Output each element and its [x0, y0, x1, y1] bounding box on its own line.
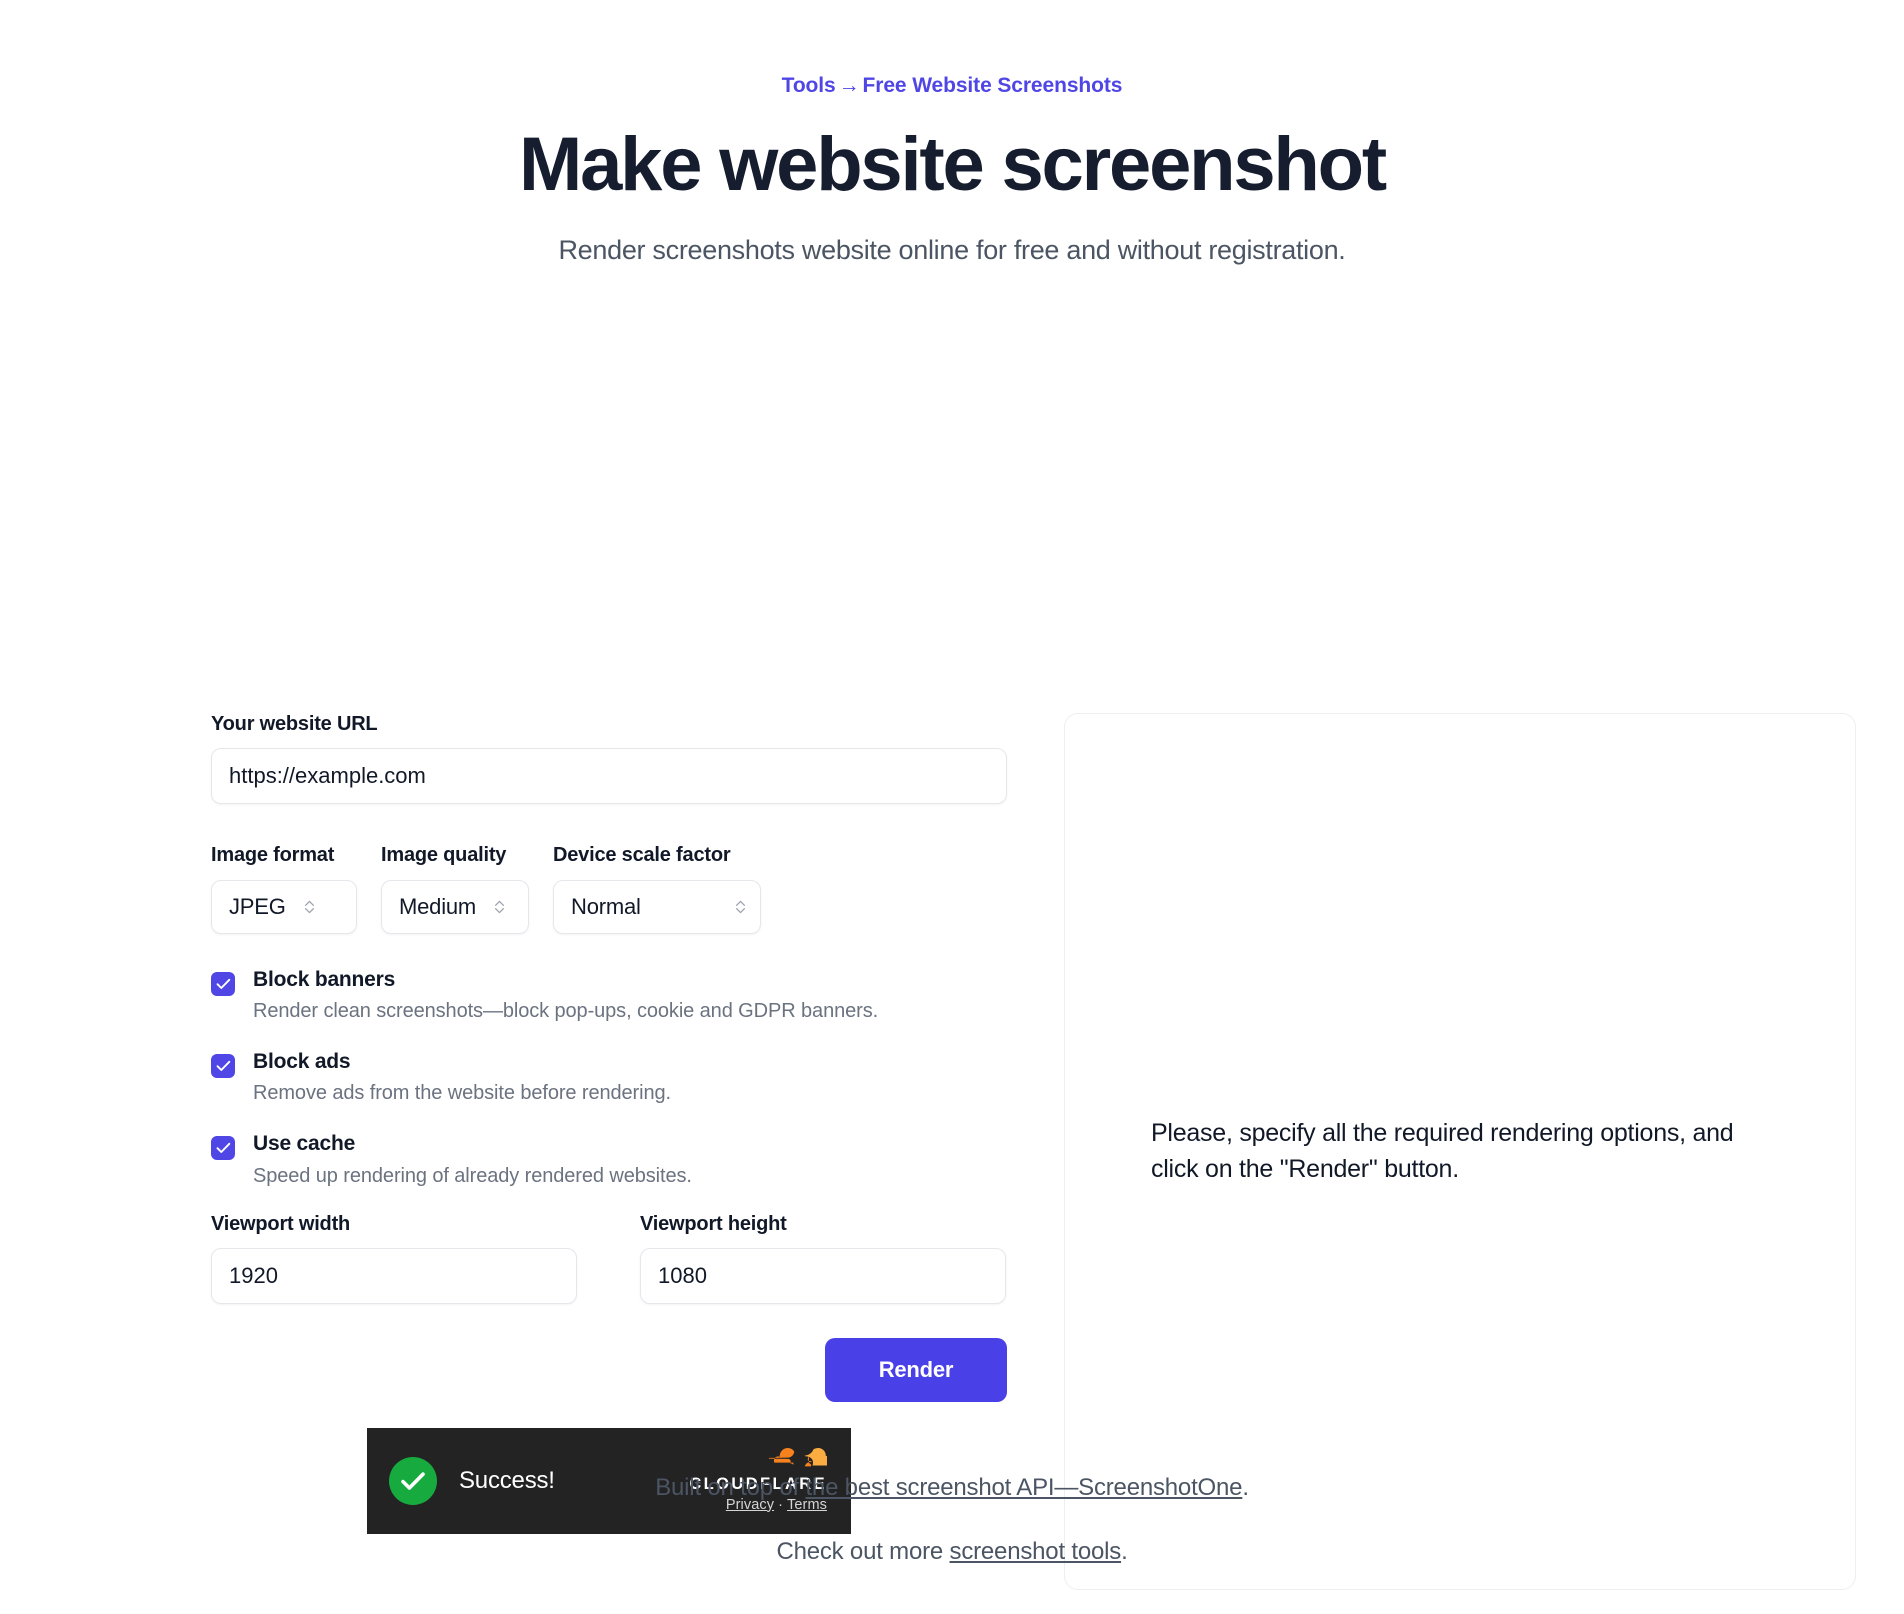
image-format-group: Image format JPEG — [211, 844, 357, 935]
image-quality-select[interactable]: Medium — [381, 880, 529, 935]
viewport-height-label: Viewport height — [640, 1212, 787, 1235]
checkbox-block-banners[interactable] — [211, 972, 235, 997]
page-root: Tools → Free Website Screenshots Make webs… — [0, 0, 1904, 1614]
preview-placeholder-message: Please, specify all the required renderi… — [1151, 1119, 1734, 1183]
viewport-width-input[interactable] — [211, 1247, 577, 1304]
footer-line-api: Built on top of the best screenshot API—… — [0, 1470, 1904, 1506]
image-quality-label: Image quality — [381, 844, 507, 867]
checkbox-block-ads[interactable] — [211, 1054, 235, 1079]
checkbox-label-block-ads: Block ads — [253, 1050, 351, 1074]
page-subtitle: Render screenshots website online for fr… — [558, 235, 1346, 266]
url-field-label: Your website URL — [211, 713, 378, 736]
viewport-height-group: Viewport height — [640, 1213, 1006, 1304]
checkbox-desc-block-banners: Render clean screenshots—block pop-ups, … — [253, 1000, 879, 1023]
footer-text-prefix-2: Check out more — [776, 1538, 950, 1565]
chevron-up-down-icon — [735, 898, 746, 916]
viewport-width-group: Viewport width — [211, 1213, 577, 1304]
checkbox-label-block-banners: Block banners — [253, 968, 396, 992]
checkbox-row-block-ads[interactable]: Block ads Remove ads from the website be… — [211, 1050, 1007, 1106]
page-footer: Built on top of the best screenshot API—… — [0, 1470, 1904, 1570]
footer-line-tools: Check out more screenshot tools. — [0, 1534, 1904, 1570]
boolean-options-list: Block banners Render clean screenshots—b… — [211, 968, 1007, 1188]
breadcrumb-link-tools[interactable]: Tools — [782, 74, 836, 97]
breadcrumb-arrow-icon: → — [838, 74, 860, 97]
checkbox-row-use-cache[interactable]: Use cache Speed up rendering of already … — [211, 1132, 1007, 1188]
footer-link-screenshot-tools[interactable]: screenshot tools — [950, 1538, 1122, 1565]
checkbox-row-block-banners[interactable]: Block banners Render clean screenshots—b… — [211, 968, 1007, 1024]
page-title: Make website screenshot — [518, 122, 1387, 208]
viewport-height-input[interactable] — [640, 1247, 1006, 1304]
checkbox-desc-block-ads: Remove ads from the website before rende… — [253, 1082, 671, 1105]
image-format-label: Image format — [211, 844, 335, 867]
device-scale-factor-value: Normal — [571, 894, 641, 920]
checkbox-label-use-cache: Use cache — [253, 1132, 356, 1156]
image-format-select[interactable]: JPEG — [211, 880, 357, 935]
image-quality-group: Image quality Medium — [381, 844, 529, 935]
footer-link-screenshotone[interactable]: the best screenshot API—ScreenshotOne — [805, 1474, 1242, 1501]
preview-column: Please, specify all the required renderi… — [1064, 713, 1856, 1591]
footer-text-suffix-2: . — [1121, 1538, 1128, 1565]
breadcrumb-link-current[interactable]: Free Website Screenshots — [863, 74, 1123, 97]
image-quality-value: Medium — [399, 894, 477, 920]
select-options-row: Image format JPEG Image quality Medium D… — [211, 844, 1007, 935]
footer-text-prefix: Built on top of — [655, 1474, 806, 1501]
device-scale-factor-group: Device scale factor Normal — [553, 844, 761, 935]
render-button-row: Render — [211, 1337, 1007, 1402]
footer-text-suffix: . — [1242, 1474, 1249, 1501]
render-button[interactable]: Render — [825, 1337, 1007, 1402]
checkbox-use-cache[interactable] — [211, 1136, 235, 1161]
device-scale-factor-select[interactable]: Normal — [553, 880, 761, 935]
viewport-size-row: Viewport width Viewport height — [211, 1213, 1007, 1304]
viewport-width-label: Viewport width — [211, 1212, 351, 1235]
breadcrumb: Tools → Free Website Screenshots — [0, 72, 1904, 99]
screenshot-preview-panel: Please, specify all the required renderi… — [1064, 713, 1856, 1591]
page-header: Tools → Free Website Screenshots Make webs… — [0, 0, 1904, 266]
checkbox-desc-use-cache: Speed up rendering of already rendered w… — [253, 1164, 692, 1187]
website-url-input[interactable] — [211, 748, 1007, 805]
device-scale-factor-label: Device scale factor — [553, 844, 731, 867]
chevron-up-down-icon — [494, 898, 505, 916]
chevron-up-down-icon — [304, 898, 315, 916]
image-format-value: JPEG — [229, 894, 286, 920]
screenshot-options-form: Your website URL Image format JPEG — [211, 713, 1007, 1534]
